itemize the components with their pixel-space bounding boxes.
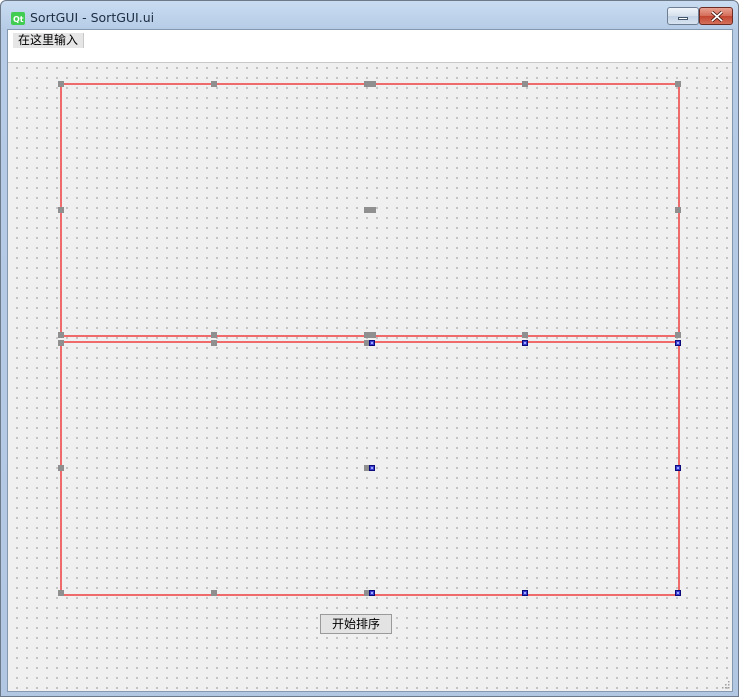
resize-handle[interactable] — [675, 207, 681, 213]
resize-handle[interactable] — [58, 340, 64, 346]
window-title: SortGUI - SortGUI.ui — [30, 10, 155, 25]
menu-bar: 在这里输入 — [8, 30, 732, 50]
form-client-area: 在这里输入 开始排序 — [7, 29, 733, 692]
designer-window: Qt SortGUI - SortGUI.ui 在这里输入 开始排序 — [0, 0, 739, 697]
resize-handle[interactable] — [522, 332, 528, 338]
selection-handle[interactable] — [369, 340, 375, 346]
resize-handle[interactable] — [211, 340, 217, 346]
resize-handle[interactable] — [58, 465, 64, 471]
resize-handle[interactable] — [58, 590, 64, 596]
menu-bar-separator — [8, 50, 732, 63]
form-canvas[interactable]: 开始排序 — [8, 63, 732, 691]
selection-handle[interactable] — [675, 340, 681, 346]
menu-item-type-here[interactable]: 在这里输入 — [13, 33, 85, 48]
resize-handle[interactable] — [364, 81, 376, 87]
selection-handle[interactable] — [522, 590, 528, 596]
resize-handle[interactable] — [364, 207, 376, 213]
selection-handle[interactable] — [675, 590, 681, 596]
resize-handle[interactable] — [211, 81, 217, 87]
close-icon — [711, 11, 723, 22]
close-button[interactable] — [699, 7, 733, 25]
svg-text:Qt: Qt — [13, 15, 24, 24]
selection-handle[interactable] — [522, 340, 528, 346]
qt-designer-icon: Qt — [11, 12, 25, 25]
resize-handle[interactable] — [58, 81, 64, 87]
start-sort-button[interactable]: 开始排序 — [320, 614, 392, 634]
minimize-button[interactable] — [667, 7, 699, 25]
resize-handle[interactable] — [58, 207, 64, 213]
resize-handle[interactable] — [211, 332, 217, 338]
resize-handle[interactable] — [522, 81, 528, 87]
resize-handle[interactable] — [58, 332, 64, 338]
resize-handle[interactable] — [675, 81, 681, 87]
size-grip-icon[interactable] — [720, 679, 730, 689]
resize-handle[interactable] — [211, 590, 217, 596]
selection-handle[interactable] — [675, 465, 681, 471]
resize-handle[interactable] — [675, 332, 681, 338]
resize-handle[interactable] — [364, 332, 376, 338]
selection-handle[interactable] — [369, 465, 375, 471]
title-bar[interactable]: Qt SortGUI - SortGUI.ui — [1, 1, 738, 29]
minimize-icon — [678, 17, 688, 20]
selection-handle[interactable] — [369, 590, 375, 596]
